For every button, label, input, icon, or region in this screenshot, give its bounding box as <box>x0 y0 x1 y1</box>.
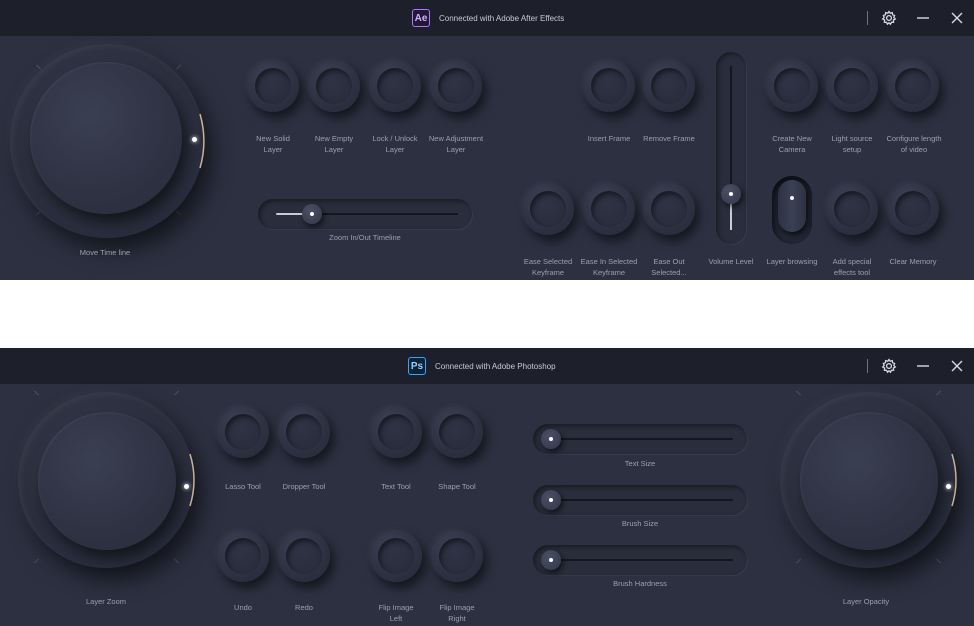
brush-hardness-label: Brush Hardness <box>613 579 667 588</box>
dial-indicator-dot <box>184 484 189 489</box>
dial-indicator-dot <box>192 137 197 142</box>
insert-frame-button[interactable] <box>583 60 635 112</box>
volume-level-slider[interactable] <box>716 52 746 244</box>
minimize-icon[interactable] <box>912 355 934 377</box>
dial-glow-arc <box>951 453 957 507</box>
lasso-tool-button[interactable] <box>217 406 269 458</box>
text-size-slider[interactable] <box>533 424 747 454</box>
zoom-timeline-slider[interactable] <box>258 199 472 229</box>
flip-image-right-button[interactable] <box>431 530 483 582</box>
new-solid-layer-button[interactable] <box>247 60 299 112</box>
slider-thumb[interactable] <box>721 183 741 204</box>
flip-image-left-button[interactable] <box>370 530 422 582</box>
close-icon[interactable] <box>946 355 968 377</box>
ps-connection-status: Ps Connected with Adobe Photoshop <box>408 348 556 384</box>
new-adjustment-layer-label: New Adjustment Layer <box>428 134 484 154</box>
ae-connection-status: Ae Connected with Adobe After Effects <box>412 0 564 36</box>
slider-thumb[interactable] <box>302 204 323 224</box>
gear-icon[interactable] <box>878 7 900 29</box>
brush-size-slider[interactable] <box>533 485 747 515</box>
after-effects-logo-icon: Ae <box>412 9 430 27</box>
remove-frame-button[interactable] <box>643 60 695 112</box>
ease-out-selected-button[interactable] <box>643 183 695 235</box>
shape-tool-label: Shape Tool <box>438 482 476 491</box>
configure-length-label: Configure length of video <box>886 134 942 154</box>
slider-thumb[interactable] <box>541 429 561 449</box>
photoshop-logo-icon: Ps <box>408 357 426 375</box>
ps-connection-text: Connected with Adobe Photoshop <box>435 361 556 371</box>
dial-glow-arc <box>189 453 195 507</box>
ae-connection-text: Connected with Adobe After Effects <box>439 13 565 23</box>
dial-glow-arc <box>199 113 205 169</box>
minimize-icon[interactable] <box>912 7 934 29</box>
flip-image-right-label: Flip Image Right <box>439 603 475 623</box>
slider-thumb[interactable] <box>541 550 561 570</box>
shape-tool-button[interactable] <box>431 406 483 458</box>
ae-window-controls <box>867 0 968 36</box>
text-tool-button[interactable] <box>370 406 422 458</box>
slider-thumb[interactable] <box>541 490 561 510</box>
layer-browsing-label: Layer browsing <box>766 257 818 266</box>
new-empty-layer-button[interactable] <box>308 60 360 112</box>
add-special-effects-button[interactable] <box>826 183 878 235</box>
ease-selected-keyframe-button[interactable] <box>522 183 574 235</box>
clear-memory-label: Clear Memory <box>889 257 937 266</box>
text-size-label: Text Size <box>624 459 656 468</box>
layer-opacity-label: Layer Opacity <box>842 597 890 606</box>
lock-unlock-layer-button[interactable] <box>369 60 421 112</box>
undo-button[interactable] <box>217 530 269 582</box>
slider-track <box>551 438 733 440</box>
dropper-tool-label: Dropper Tool <box>282 482 326 491</box>
zoom-timeline-label: Zoom In/Out Timeline <box>329 233 401 242</box>
slider-track <box>551 559 733 561</box>
ps-control-panel: Ps Connected with Adobe Photoshop Layer … <box>0 348 974 626</box>
create-new-camera-button[interactable] <box>766 60 818 112</box>
configure-length-button[interactable] <box>887 60 939 112</box>
remove-frame-label: Remove Frame <box>643 134 695 143</box>
ae-control-panel: Ae Connected with Adobe After Effects Mo… <box>0 0 974 280</box>
slider-track <box>551 499 733 501</box>
light-source-setup-button[interactable] <box>826 60 878 112</box>
layer-zoom-label: Layer Zoom <box>85 597 127 606</box>
brush-size-label: Brush Size <box>621 519 659 528</box>
brush-hardness-slider[interactable] <box>533 545 747 575</box>
layer-browsing-joystick[interactable] <box>772 176 812 244</box>
separator <box>867 359 868 373</box>
gear-icon[interactable] <box>878 355 900 377</box>
ps-titlebar: Ps Connected with Adobe Photoshop <box>0 348 974 384</box>
joystick-handle[interactable] <box>778 180 806 232</box>
ps-window-controls <box>867 348 968 384</box>
redo-label: Redo <box>295 603 313 612</box>
separator <box>867 11 868 25</box>
close-icon[interactable] <box>946 7 968 29</box>
dropper-tool-button[interactable] <box>278 406 330 458</box>
clear-memory-button[interactable] <box>887 183 939 235</box>
ease-in-selected-keyframe-button[interactable] <box>583 183 635 235</box>
ae-titlebar: Ae Connected with Adobe After Effects <box>0 0 974 36</box>
move-timeline-label: Move Time line <box>79 248 131 257</box>
dial-indicator-dot <box>946 484 951 489</box>
redo-button[interactable] <box>278 530 330 582</box>
new-adjustment-layer-button[interactable] <box>430 60 482 112</box>
